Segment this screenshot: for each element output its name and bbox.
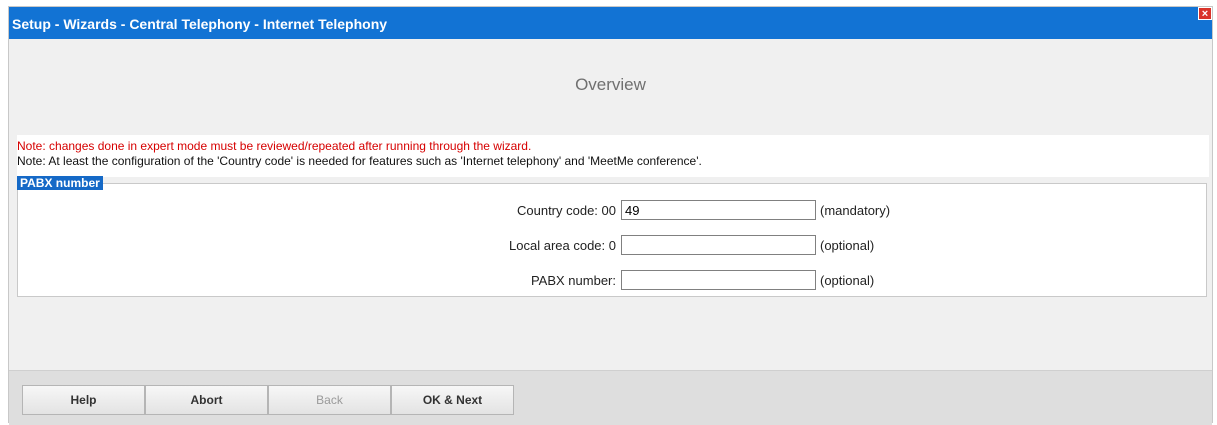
wizard-window: Setup - Wizards - Central Telephony - In… [8,6,1213,425]
page-title: Overview [575,75,646,94]
window-titlebar: Setup - Wizards - Central Telephony - In… [9,7,1212,39]
local-area-code-hint: (optional) [820,238,875,253]
country-code-hint: (mandatory) [820,203,891,218]
ok-next-button[interactable]: OK & Next [391,385,514,415]
window-title: Setup - Wizards - Central Telephony - In… [12,16,388,32]
pabx-number-label: PABX number: [530,273,616,288]
pabx-fieldset: Country code: 00 (mandatory) Local area … [17,183,1207,297]
pabx-number-hint: (optional) [820,273,875,288]
close-icon[interactable]: × [1198,7,1212,20]
note-warning: Note: changes done in expert mode must b… [17,139,532,153]
abort-button[interactable]: Abort [145,385,268,415]
back-button[interactable]: Back [268,385,391,415]
local-area-code-input[interactable] [621,235,816,255]
help-button[interactable]: Help [22,385,145,415]
local-area-code-label: Local area code: 0 [509,238,616,253]
pabx-number-row: PABX number: (optional) [18,270,1206,292]
country-code-label: Country code: 00 [516,203,616,218]
pabx-number-input[interactable] [621,270,816,290]
country-code-input[interactable] [621,200,816,220]
country-code-row: Country code: 00 (mandatory) [18,200,1206,222]
notes-panel: Note: changes done in expert mode must b… [17,135,1209,177]
local-area-code-row: Local area code: 0 (optional) [18,235,1206,257]
pabx-legend: PABX number [17,176,103,190]
button-bar: Help Abort Back OK & Next [9,370,1212,425]
note-info: Note: At least the configuration of the … [17,154,702,168]
